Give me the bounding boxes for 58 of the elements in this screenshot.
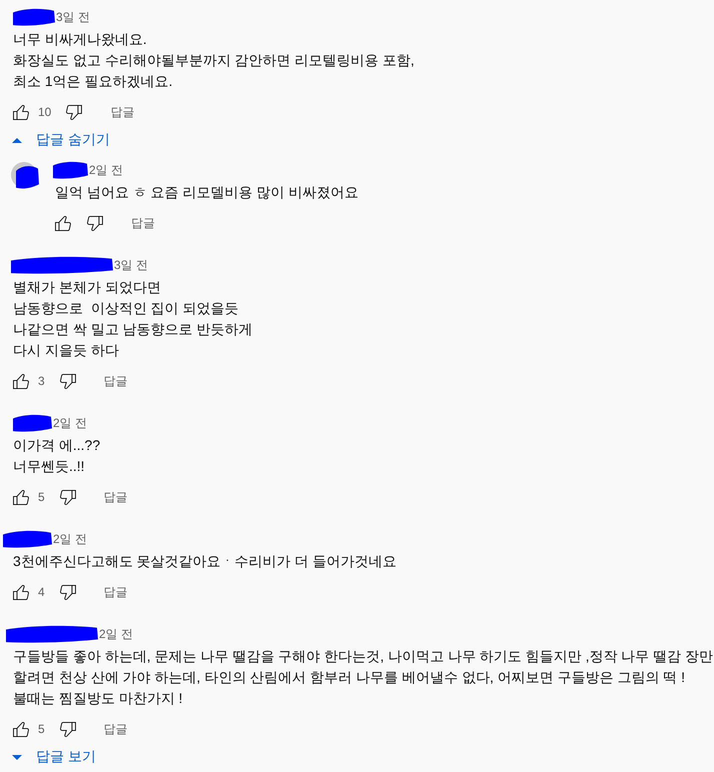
thumbs-down-icon: [87, 216, 103, 230]
dislike-button[interactable]: [66, 104, 82, 120]
comment-text: 이가격 에...?? 너무쎈듯..!!: [13, 436, 102, 476]
like-button[interactable]: [55, 216, 71, 230]
scribble-icon: [2, 530, 52, 548]
scribble-icon: [10, 256, 113, 274]
reply-button[interactable]: 답글: [110, 104, 134, 120]
reply-button[interactable]: 답글: [131, 214, 155, 232]
scribble-icon: [52, 161, 88, 179]
comment-time: 3일 전: [114, 256, 148, 274]
scribble-icon: [5, 625, 98, 643]
comment-time: 2일 전: [99, 626, 134, 642]
comment-text: 구들방들 좋아 하는데, 문제는 나무 땔감을 구해야 한다는것, 나이먹고 나무 하기도 힘들지만 ,정작 나무 땔감 장만 할려면 천상 산에 가야 하는데, 타인의 산림에서 함부러 나무를 베어낼수 없다, 어찌보면 구들방은 그림의 떡 ! 불때는 찜질방도 마찬가지 !: [13, 647, 714, 708]
scribble-icon: [12, 8, 55, 26]
thumbs-down-icon: [60, 490, 76, 504]
replies-toggle[interactable]: 답글 숨기기: [12, 128, 110, 152]
dislike-button[interactable]: [87, 216, 103, 230]
comment-time: 3일 전: [56, 8, 90, 26]
like-button[interactable]: [13, 490, 29, 504]
comment-text: 별채가 본체가 되었다면 남동향으로 이상적인 집이 되었을듯 나같으면 싹 밀고 남동향으로 반듯하게 다시 지을듯 하다: [13, 278, 254, 360]
like-count: 10: [38, 105, 52, 119]
dislike-button[interactable]: [60, 490, 76, 504]
like-button[interactable]: [13, 104, 29, 120]
like-count: 4: [38, 585, 45, 599]
like-count: 5: [38, 490, 45, 504]
like-count: 3: [38, 374, 45, 388]
dislike-button[interactable]: [60, 374, 76, 388]
thumbs-down-icon: [60, 722, 76, 736]
caret-icon: [12, 754, 22, 760]
like-count: 5: [38, 722, 45, 736]
reply-button[interactable]: 답글: [104, 584, 128, 600]
replies-toggle[interactable]: 답글 보기: [12, 745, 96, 769]
like-button[interactable]: [13, 374, 29, 388]
thumbs-up-icon: [13, 722, 29, 736]
dislike-button[interactable]: [60, 584, 76, 600]
thumbs-up-icon: [13, 584, 29, 600]
comment-time: 2일 전: [53, 414, 88, 432]
reply-button[interactable]: 답글: [104, 720, 128, 738]
thumbs-down-icon: [66, 104, 82, 120]
scribble-icon: [12, 414, 52, 432]
thumbs-up-icon: [13, 104, 29, 120]
reply-button[interactable]: 답글: [104, 372, 128, 390]
like-button[interactable]: [13, 722, 29, 736]
like-button[interactable]: [13, 584, 29, 600]
caret-icon: [12, 138, 22, 142]
reply-button[interactable]: 답글: [104, 488, 128, 506]
thumbs-down-icon: [60, 374, 76, 388]
comment-text: 3천에주신다고해도 못살것같아요ㆍ수리비가 더 들어가것네요: [13, 552, 398, 571]
scribble-icon: [15, 165, 39, 189]
thumbs-down-icon: [60, 584, 76, 600]
comment-time: 2일 전: [89, 162, 124, 178]
comment-text: 일억 넘어요 ㅎ 요즘 리모델비용 많이 비싸졌어요: [55, 183, 358, 202]
thumbs-up-icon: [13, 490, 29, 504]
comment-text: 너무 비싸게나왔네요. 화장실도 없고 수리해야될부분까지 감안하면 리모텔링비용 포함, 최소 1억은 필요하겠네요.: [13, 30, 416, 91]
dislike-button[interactable]: [60, 722, 76, 736]
comment-time: 2일 전: [53, 530, 88, 548]
thumbs-up-icon: [13, 374, 29, 388]
thumbs-up-icon: [55, 216, 71, 230]
